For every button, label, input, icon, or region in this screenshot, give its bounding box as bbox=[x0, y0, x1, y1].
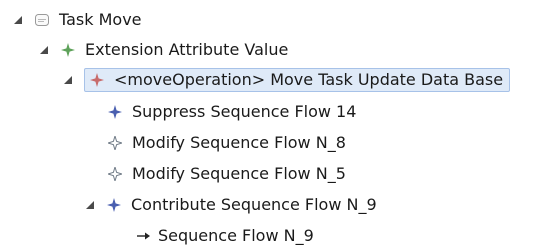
tree-node-label: <moveOperation> Move Task Update Data Ba… bbox=[114, 70, 504, 89]
expanded-twisty-icon[interactable] bbox=[62, 74, 74, 86]
tree-node-modify-sequence-flow-n8[interactable]: Modify Sequence Flow N_8 bbox=[107, 129, 346, 157]
tree-node-contribute-sequence-flow[interactable]: Contribute Sequence Flow N_9 bbox=[84, 191, 377, 219]
tree-view: Task Move Extension Attribute Value <mov… bbox=[0, 0, 539, 245]
tree-node-label: Modify Sequence Flow N_5 bbox=[132, 164, 346, 183]
tree-node-label: Modify Sequence Flow N_8 bbox=[132, 133, 346, 152]
tree-node-extension-attribute-value[interactable]: Extension Attribute Value bbox=[38, 36, 288, 64]
tree-node-label: Extension Attribute Value bbox=[85, 40, 289, 59]
expanded-twisty-icon[interactable] bbox=[38, 44, 50, 56]
tree-node-label: Suppress Sequence Flow 14 bbox=[132, 102, 357, 121]
red-star-icon bbox=[89, 72, 105, 88]
arrow-right-icon bbox=[136, 228, 152, 244]
tree-node-label: Task Move bbox=[59, 10, 142, 29]
tree-node-suppress-sequence-flow[interactable]: Suppress Sequence Flow 14 bbox=[107, 98, 356, 126]
blue-star-icon bbox=[107, 104, 123, 120]
tree-node-label: Sequence Flow N_9 bbox=[158, 226, 314, 245]
tree-node-task-move[interactable]: Task Move bbox=[12, 6, 142, 34]
green-star-icon bbox=[60, 42, 76, 58]
tree-node-move-operation[interactable]: <moveOperation> Move Task Update Data Ba… bbox=[62, 66, 511, 94]
gray-star-icon bbox=[107, 166, 123, 182]
selection-highlight[interactable]: <moveOperation> Move Task Update Data Ba… bbox=[84, 68, 511, 92]
expanded-twisty-icon[interactable] bbox=[12, 14, 24, 26]
task-icon bbox=[34, 12, 50, 28]
expanded-twisty-icon[interactable] bbox=[84, 199, 96, 211]
tree-node-label: Contribute Sequence Flow N_9 bbox=[131, 195, 377, 214]
blue-star-icon bbox=[106, 197, 122, 213]
tree-node-sequence-flow-n9[interactable]: Sequence Flow N_9 bbox=[136, 222, 314, 250]
gray-star-icon bbox=[107, 135, 123, 151]
tree-node-modify-sequence-flow-n5[interactable]: Modify Sequence Flow N_5 bbox=[107, 160, 346, 188]
